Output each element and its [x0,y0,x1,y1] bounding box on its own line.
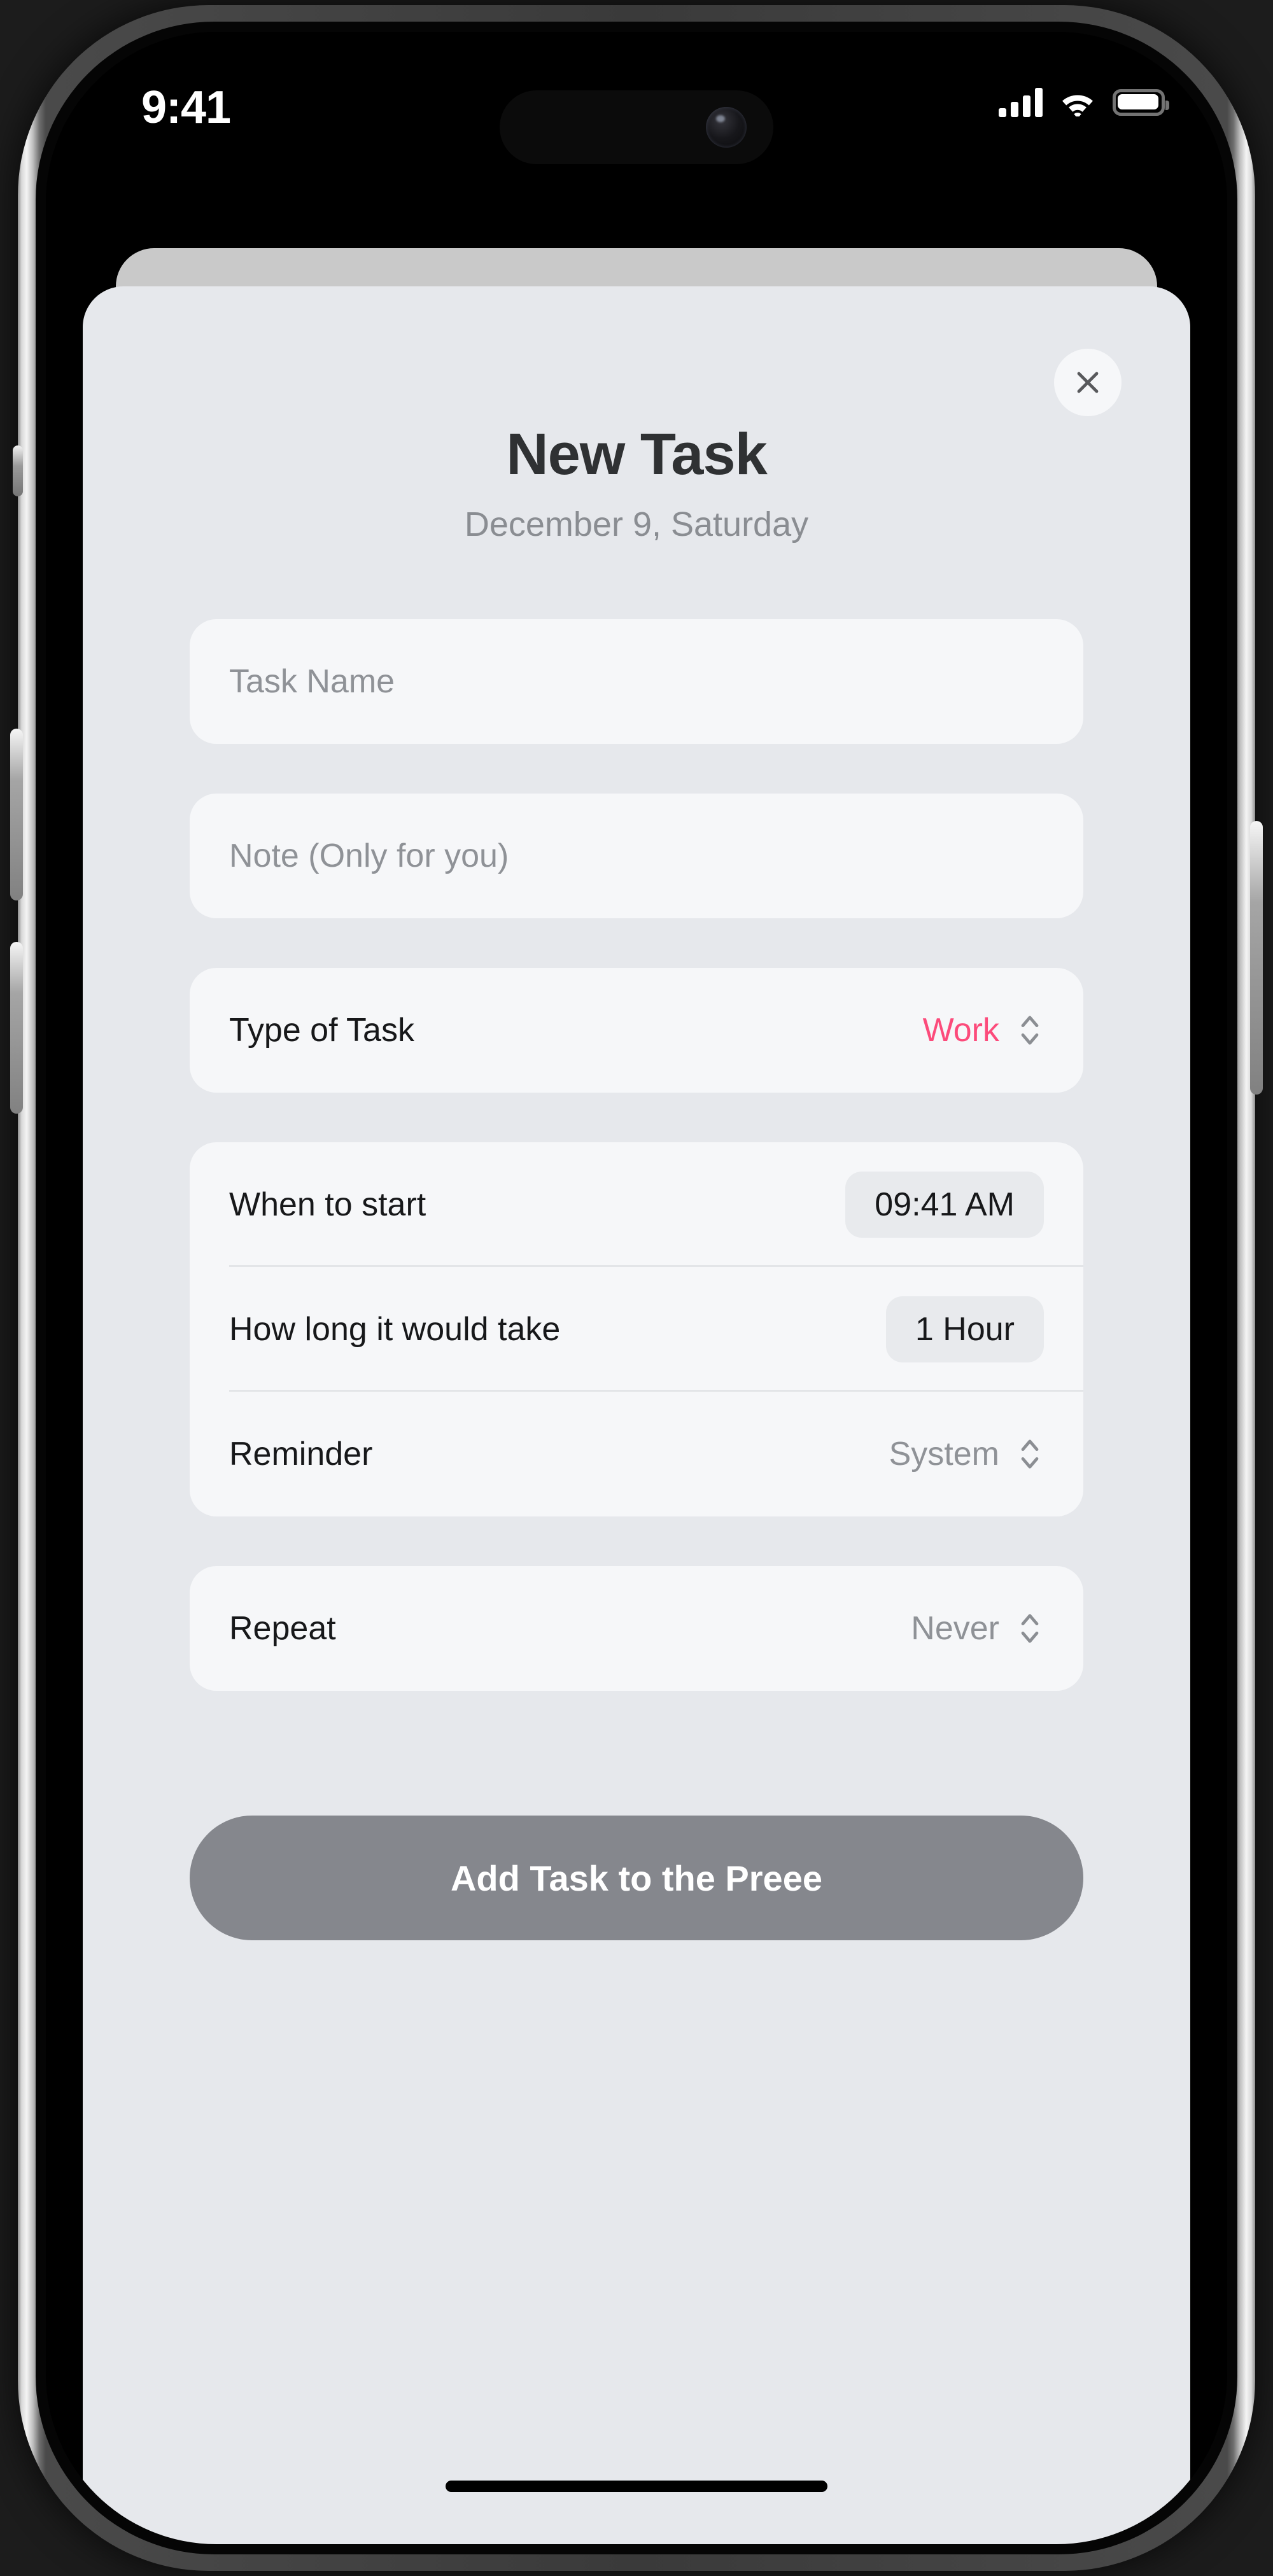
note-placeholder: Note (Only for you) [229,837,509,874]
page-title: New Task [506,422,768,487]
volume-down-button[interactable] [10,942,23,1114]
task-form: Task Name Note (Only for you) Type of Ta… [190,619,1083,1691]
row-value-type-of-task: Work [922,1012,999,1049]
row-value-repeat: Never [911,1610,999,1647]
volume-up-button[interactable] [10,729,23,900]
row-label-repeat: Repeat [229,1610,336,1647]
power-button[interactable] [1250,821,1263,1095]
submit-area: Add Task to the Preee [190,1816,1083,1940]
row-duration[interactable]: How long it would take 1 Hour [190,1267,1083,1392]
dynamic-island [500,90,773,164]
front-camera-icon [706,107,747,148]
note-input[interactable]: Note (Only for you) [190,794,1083,918]
type-of-task-group: Type of Task Work [190,968,1083,1093]
home-indicator[interactable] [446,2481,827,2492]
row-control-repeat[interactable]: Never [911,1607,1044,1649]
row-repeat[interactable]: Repeat Never [190,1566,1083,1691]
row-type-of-task[interactable]: Type of Task Work [190,968,1083,1093]
schedule-group: When to start 09:41 AM How long it would… [190,1142,1083,1516]
row-value-reminder: System [889,1436,999,1473]
row-control-type-of-task[interactable]: Work [923,1009,1044,1051]
silent-switch-button[interactable] [13,445,23,496]
row-reminder[interactable]: Reminder System [190,1392,1083,1516]
row-label-when-to-start: When to start [229,1186,426,1223]
row-label-duration: How long it would take [229,1311,561,1348]
chevron-up-down-icon[interactable] [1016,1009,1044,1051]
row-label-type-of-task: Type of Task [229,1012,414,1049]
close-button[interactable] [1054,349,1122,416]
new-task-sheet: New Task December 9, Saturday Task Name … [83,286,1190,2544]
start-time-pill[interactable]: 09:41 AM [845,1172,1044,1238]
duration-pill[interactable]: 1 Hour [885,1296,1044,1362]
close-icon [1077,372,1099,393]
add-task-button[interactable]: Add Task to the Preee [190,1816,1083,1940]
repeat-group: Repeat Never [190,1566,1083,1691]
phone-screen: 9:41 New Task December 9, Saturday Task … [46,32,1227,2544]
task-name-placeholder: Task Name [229,663,395,700]
chevron-up-down-icon[interactable] [1016,1607,1044,1649]
row-label-reminder: Reminder [229,1436,373,1473]
row-control-reminder[interactable]: System [889,1433,1044,1475]
page-subtitle: December 9, Saturday [464,505,809,543]
row-when-to-start[interactable]: When to start 09:41 AM [190,1142,1083,1267]
screenshot-stage: 9:41 New Task December 9, Saturday Task … [0,0,1273,2576]
task-name-input[interactable]: Task Name [190,619,1083,744]
chevron-up-down-icon[interactable] [1016,1433,1044,1475]
